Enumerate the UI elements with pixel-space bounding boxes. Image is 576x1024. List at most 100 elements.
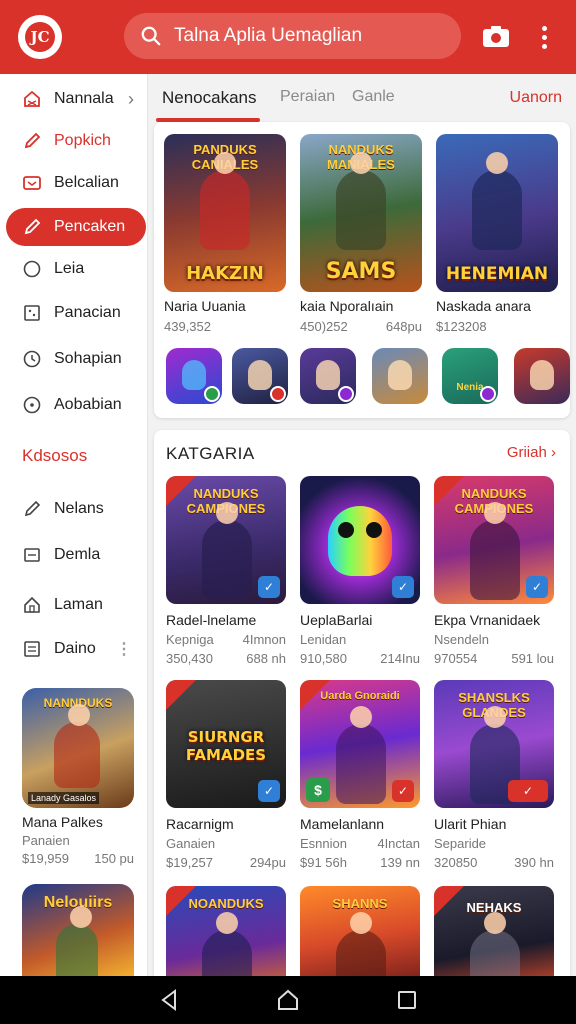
game-thumbnail[interactable]: NANNDUKS Lanady Gasalos	[22, 688, 134, 808]
game-thumbnail[interactable]: PANDUKS CANIALES HAKZIN	[164, 134, 286, 292]
game-sub-a: Esnnion	[300, 836, 347, 851]
game-art-logo: HENEMIAN	[445, 264, 549, 284]
document-icon	[22, 639, 42, 659]
featured-game[interactable]: PANDUKS CANIALES HAKZIN Naria Uuania 439…	[164, 134, 286, 334]
sidebar-item-daino[interactable]: Daino ⋮	[6, 630, 146, 668]
featured-game[interactable]: HENEMIAN Naskada anara $123208	[436, 134, 558, 334]
category-game[interactable]: NEHAKS	[434, 886, 554, 990]
category-game[interactable]: NANDUKS CAMPIONES ✓ Radel-lnelame Kepnig…	[166, 476, 286, 666]
category-game[interactable]: SHANNS	[300, 886, 420, 990]
home-icon[interactable]	[274, 986, 302, 1014]
more-vert-icon[interactable]	[534, 22, 554, 52]
sidebar-item-pencaken[interactable]: Pencaken	[6, 208, 146, 246]
game-thumbnail[interactable]: NEHAKS	[434, 886, 554, 990]
game-sub: Esnnion 4Inctan	[300, 836, 420, 851]
game-count: 450)252	[300, 319, 348, 334]
game-size: 390 hn	[514, 855, 554, 870]
game-name: Ekpa Vrnanidaek	[434, 612, 541, 628]
sidebar-game-card[interactable]: Nelouiirs	[22, 884, 134, 976]
game-size: 214Inu	[380, 651, 420, 666]
app-badge-icon: $	[306, 778, 330, 802]
game-thumbnail[interactable]: ✓	[300, 476, 420, 604]
chevron-right-icon: ›	[128, 88, 134, 109]
game-thumbnail[interactable]: NANDUKS CAMPIONES ✓	[434, 476, 554, 604]
tv-icon	[22, 173, 42, 193]
grid-icon	[22, 303, 42, 323]
game-name: Naskada anara	[436, 298, 531, 314]
circle-icon	[22, 259, 42, 279]
category-game[interactable]: SIURNGR FAMADES ✓ Racarnigm Ganaien $19,…	[166, 680, 286, 870]
sidebar-item-panacian[interactable]: Panacian	[6, 294, 146, 332]
game-icon-1[interactable]	[166, 348, 222, 404]
game-character	[336, 152, 386, 250]
back-icon[interactable]	[155, 986, 183, 1014]
search-bar[interactable]: Talna Aplia Uemaglian	[124, 13, 461, 59]
game-art-title: Uarda Gnoraidi	[320, 690, 400, 702]
sidebar-item-nannala[interactable]: Nannala ›	[6, 80, 146, 118]
sidebar-item-nelans[interactable]: Nelans	[6, 490, 146, 528]
app-header: JC Talna Aplia Uemaglian	[0, 0, 576, 74]
game-thumbnail[interactable]: Nelouiirs	[22, 884, 134, 976]
sidebar-item-popkich[interactable]: Popkich	[6, 122, 146, 160]
tab-ganle[interactable]: Ganle	[352, 88, 395, 106]
app-logo[interactable]: JC	[18, 15, 62, 59]
sidebar-section-heading: Kdsosos	[22, 446, 88, 465]
category-game[interactable]: Uarda Gnoraidi $ ✓ Mamelanlann Esnnion 4I…	[300, 680, 420, 870]
game-thumbnail[interactable]: SHANSLKS GLANDES ✓	[434, 680, 554, 808]
category-game[interactable]: SHANSLKS GLANDES ✓ Ularit Phian Separide…	[434, 680, 554, 870]
check-icon: ✓	[392, 576, 414, 598]
sidebar-item-sohapian[interactable]: Sohapian	[6, 340, 146, 378]
game-meta: $123208	[436, 319, 558, 334]
game-sub: Ganaien	[166, 836, 286, 851]
featured-game[interactable]: NANDUKS MANIALES SAMS kaia Nporalıain 45…	[300, 134, 422, 334]
game-thumbnail[interactable]: NANDUKS MANIALES SAMS	[300, 134, 422, 292]
sidebar-item-label: Leia	[54, 260, 85, 277]
game-thumbnail[interactable]: NOANDUKS	[166, 886, 286, 990]
game-count: 970554	[434, 651, 478, 666]
game-thumbnail[interactable]: SIURNGR FAMADES ✓	[166, 680, 286, 808]
category-game[interactable]: NANDUKS CAMPIONES ✓ Ekpa Vrnanidaek Nsen…	[434, 476, 554, 666]
sidebar-item-belcalian[interactable]: Belcalian	[6, 164, 146, 202]
category-game[interactable]: ✓ UeplaBarlai Lenidan 910,580 214Inu	[300, 476, 420, 666]
sidebar-item-leia[interactable]: Leia	[6, 250, 146, 288]
game-art-logo: SIURNGR FAMADES	[185, 728, 267, 764]
game-meta: 320850 390 hn	[434, 855, 554, 870]
game-badge: Lanady Gasalos	[28, 792, 100, 804]
more-icon[interactable]: ⋮	[116, 639, 132, 659]
game-character	[470, 502, 520, 600]
game-icon-6[interactable]	[514, 348, 570, 404]
recents-icon[interactable]	[393, 986, 421, 1014]
badge-icon	[338, 386, 354, 402]
game-thumbnail[interactable]: HENEMIAN	[436, 134, 558, 292]
game-thumbnail[interactable]: Uarda Gnoraidi $ ✓	[300, 680, 420, 808]
game-sub: Nsendeln	[434, 632, 554, 647]
game-name: kaia Nporalıain	[300, 298, 394, 314]
game-icon-4[interactable]	[372, 348, 428, 404]
game-size: 150 pu	[94, 851, 134, 866]
game-thumbnail[interactable]: NANDUKS CAMPIONES ✓	[166, 476, 286, 604]
game-icon-2[interactable]	[232, 348, 288, 404]
game-meta: 970554 591 lou	[434, 651, 554, 666]
game-icon-3[interactable]	[300, 348, 356, 404]
sidebar-item-demla[interactable]: Demla	[6, 536, 146, 574]
game-size: 294pu	[249, 855, 286, 870]
sidebar-game-card[interactable]: NANNDUKS Lanady Gasalos Mana Palkes Pana…	[22, 688, 134, 866]
camera-icon[interactable]	[480, 22, 512, 52]
sidebar-item-laman[interactable]: Laman	[6, 586, 146, 624]
tab-right-link[interactable]: Uanorn	[510, 89, 562, 107]
category-game[interactable]: NOANDUKS	[166, 886, 286, 990]
logo-mark: JC	[25, 22, 55, 52]
category-title: KATGARIA	[166, 444, 255, 463]
tab-nenocakans[interactable]: Nenocakans	[162, 88, 257, 108]
game-subtitle: Panaien	[22, 833, 70, 848]
game-icon-5[interactable]: Nenia	[442, 348, 498, 404]
tab-peraian[interactable]: Peraian	[280, 88, 335, 106]
search-input[interactable]: Talna Aplia Uemaglian	[174, 25, 362, 47]
game-meta: $91 56h 139 nn	[300, 855, 420, 870]
check-icon: ✓	[258, 576, 280, 598]
category-more-link[interactable]: Griiah ›	[507, 444, 556, 461]
message-icon	[22, 545, 42, 565]
game-count: $91 56h	[300, 855, 347, 870]
sidebar-item-aobabian[interactable]: Aobabian	[6, 386, 146, 424]
game-thumbnail[interactable]: SHANNS	[300, 886, 420, 990]
